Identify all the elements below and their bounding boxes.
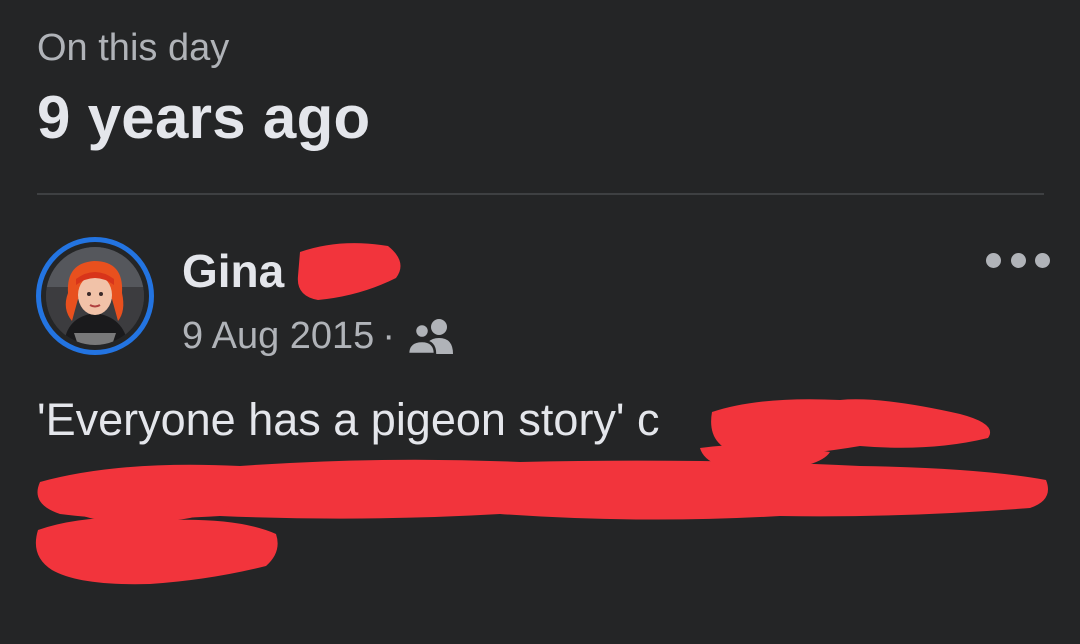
redaction-name (297, 243, 401, 300)
post-date[interactable]: 9 Aug 2015 (182, 313, 374, 359)
more-dot (1035, 252, 1050, 268)
author-name[interactable]: Gina (182, 244, 284, 298)
profile-photo (46, 247, 144, 345)
divider (37, 193, 1044, 195)
memory-eyebrow: On this day (37, 27, 230, 69)
friends-icon[interactable] (405, 316, 457, 356)
redaction-text-line2 (37, 459, 1048, 524)
meta-separator: · (382, 315, 395, 357)
more-options-icon[interactable] (986, 244, 1050, 276)
memory-headline: 9 years ago (37, 84, 371, 151)
redaction-text-line3 (35, 517, 278, 585)
more-dot (986, 252, 1001, 268)
more-dot (1010, 252, 1026, 268)
avatar[interactable] (36, 237, 154, 355)
profile-photo-image (46, 247, 144, 345)
memory-header: On this day 9 years ago (37, 26, 371, 150)
post-meta: 9 Aug 2015 · (182, 313, 457, 359)
post-text: 'Everyone has a pigeon story' c (37, 394, 660, 445)
